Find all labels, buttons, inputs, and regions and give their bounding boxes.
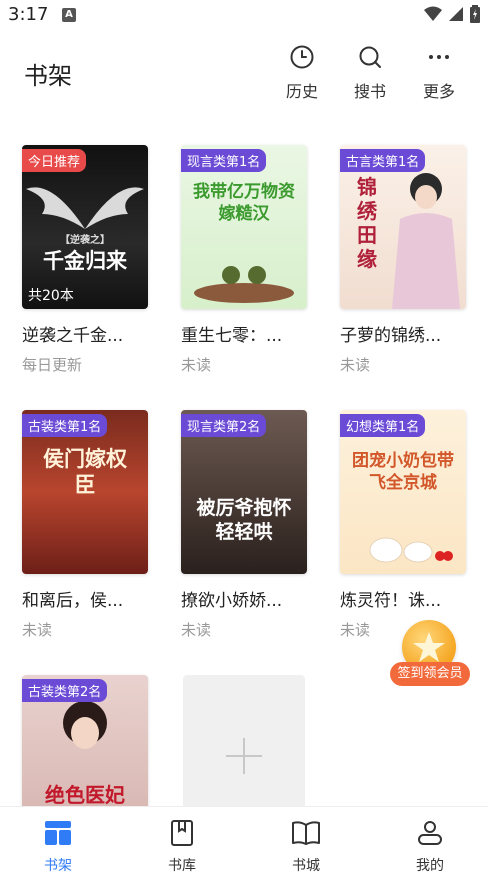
bookshelf-icon: [45, 821, 71, 845]
profile-icon: [418, 821, 442, 845]
search-book-button[interactable]: 搜书: [340, 42, 400, 102]
book-status: 未读: [181, 621, 212, 639]
more-icon: [429, 55, 449, 59]
search-icon: [359, 46, 381, 68]
book-status: 未读: [181, 356, 212, 374]
book-card[interactable]: 绝色医妃 古装类第2名: [22, 675, 162, 811]
plus-icon-vertical: [243, 738, 245, 774]
book-name: 炼灵符！诛...: [340, 591, 442, 611]
nav-tab-bookshelf[interactable]: 书架: [18, 817, 98, 875]
wifi-icon: [424, 6, 442, 21]
sign-in-float-button[interactable]: 签到领会员: [390, 620, 474, 690]
book-card[interactable]: 我带亿万物资嫁糙汉 现言类第1名 重生七零：... 未读: [181, 145, 321, 375]
signal-icon: [449, 7, 463, 21]
status-time: 3:17: [8, 4, 49, 25]
nav-label: 书架: [44, 858, 72, 874]
rank-badge: 古言类第1名: [340, 149, 426, 172]
book-card[interactable]: 被厉爷抱怀轻轻哄 现言类第2名 撩欲小娇娇... 未读: [181, 410, 321, 640]
nav-tab-bookstore[interactable]: 书城: [266, 817, 346, 875]
book-cover[interactable]: 团宠小奶包带飞全京城 幻想类第1名: [340, 410, 466, 574]
book-cover[interactable]: 锦绣田缘 古言类第1名: [340, 145, 466, 309]
book-name: 重生七零：...: [181, 326, 283, 346]
rank-badge: 古装类第1名: [22, 414, 108, 437]
rank-badge: 现言类第1名: [181, 149, 267, 172]
book-count: 共20本: [28, 288, 74, 304]
app-notification-icon: A: [62, 8, 76, 22]
cover-subtitle: 【逆袭之】: [60, 235, 110, 246]
book-name: 子萝的锦绣...: [340, 326, 442, 346]
book-card[interactable]: 【逆袭之】 千金归来 今日推荐 共20本 逆袭之千金... 每日更新: [22, 145, 162, 375]
nav-label: 书城: [292, 858, 320, 874]
book-card[interactable]: 团宠小奶包带飞全京城 幻想类第1名 炼灵符！诛... 未读: [340, 410, 480, 640]
book-name: 和离后，侯...: [22, 591, 124, 611]
book-status: 每日更新: [22, 356, 83, 374]
more-button[interactable]: 更多: [409, 42, 469, 102]
cover-title: 团宠小奶包带飞全京城: [352, 451, 454, 493]
nav-tab-profile[interactable]: 我的: [390, 817, 470, 875]
bottom-nav: 书架 书库 书城 我的: [0, 806, 488, 875]
history-button[interactable]: 历史: [272, 42, 332, 102]
cover-title: 绝色医妃: [45, 783, 125, 807]
cover-title: 侯门嫁权臣: [43, 447, 127, 497]
more-label: 更多: [422, 82, 455, 101]
bookstore-icon: [292, 821, 320, 845]
book-cover[interactable]: 【逆袭之】 千金归来 今日推荐 共20本: [22, 145, 148, 309]
nav-label: 我的: [416, 858, 444, 874]
rank-badge: 古装类第2名: [22, 679, 108, 702]
cover-title: 被厉爷抱怀轻轻哄: [196, 497, 292, 543]
lady-illustration: [392, 173, 460, 309]
book-card[interactable]: 侯门嫁权臣 古装类第1名 和离后，侯... 未读: [22, 410, 162, 640]
nav-label: 书库: [168, 858, 196, 874]
add-book-button[interactable]: [183, 675, 305, 811]
book-cover[interactable]: 绝色医妃 古装类第2名: [22, 675, 148, 811]
rank-badge: 幻想类第1名: [340, 414, 426, 437]
search-label: 搜书: [353, 82, 386, 101]
cover-title: 锦绣田缘: [357, 175, 377, 271]
status-bar: 3:17 A: [0, 0, 488, 30]
cover-title: 千金归来: [43, 249, 127, 273]
cover-title: 我带亿万物资嫁糙汉: [193, 182, 295, 224]
book-name: 逆袭之千金...: [22, 326, 124, 346]
nav-tab-library[interactable]: 书库: [142, 817, 222, 875]
book-status: 未读: [22, 621, 53, 639]
clock-icon: [290, 45, 314, 69]
battery-icon: [470, 5, 480, 23]
boat-illustration: [194, 266, 294, 303]
rank-badge: 现言类第2名: [181, 414, 267, 437]
book-name: 撩欲小娇娇...: [181, 591, 283, 611]
history-label: 历史: [285, 82, 318, 101]
sign-in-label: 签到领会员: [390, 662, 470, 686]
recommend-badge: 今日推荐: [22, 149, 87, 172]
book-card[interactable]: 锦绣田缘 古言类第1名 子萝的锦绣... 未读: [340, 145, 480, 375]
book-cover[interactable]: 被厉爷抱怀轻轻哄 现言类第2名: [181, 410, 307, 574]
book-cover[interactable]: 我带亿万物资嫁糙汉 现言类第1名: [181, 145, 307, 309]
page-title: 书架: [24, 62, 72, 90]
library-icon: [171, 820, 193, 846]
book-cover[interactable]: 侯门嫁权臣 古装类第1名: [22, 410, 148, 574]
book-status: 未读: [340, 356, 371, 374]
status-icons: [424, 5, 480, 23]
bun-illustration: [369, 537, 453, 563]
